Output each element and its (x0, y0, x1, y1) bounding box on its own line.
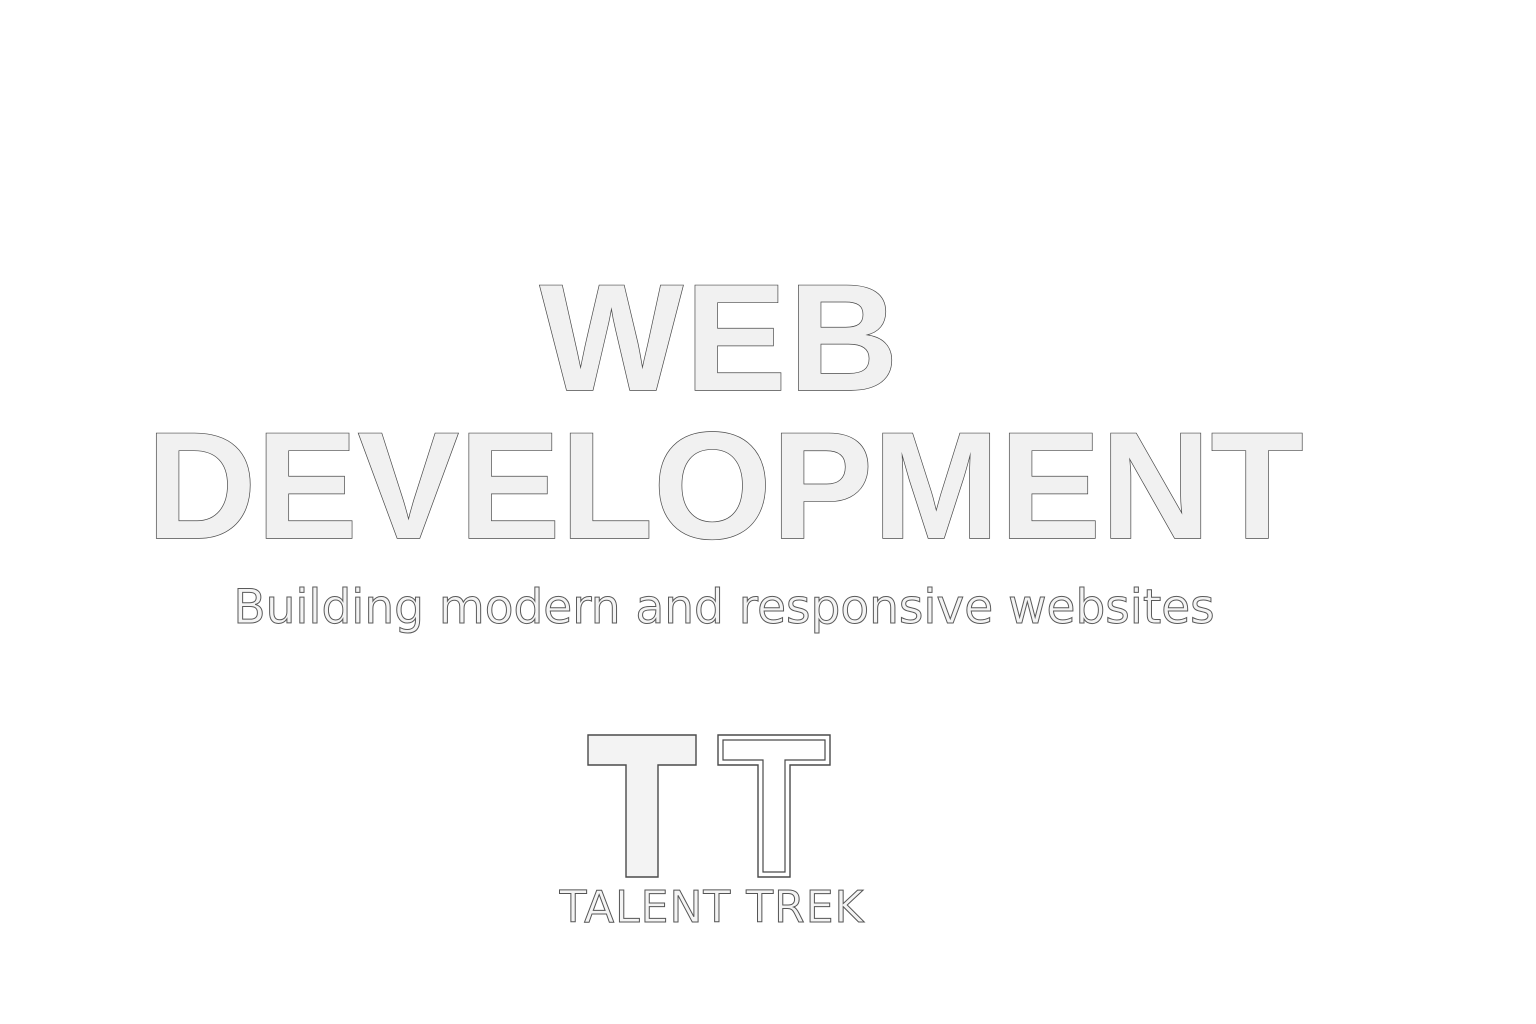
poster-canvas: WEB DEVELOPMENT Building modern and resp… (0, 0, 1536, 1024)
tagline: Building modern and responsive websites (233, 580, 1215, 636)
brand-name: TALENT TREK (559, 882, 865, 934)
headline-line-1: WEB (539, 253, 901, 423)
logo-outline-t-inner-icon (722, 739, 826, 873)
headline-line-2: DEVELOPMENT (146, 401, 1304, 571)
logo-solid-t-icon (587, 734, 697, 878)
brand-logo-tt-icon (587, 734, 831, 878)
